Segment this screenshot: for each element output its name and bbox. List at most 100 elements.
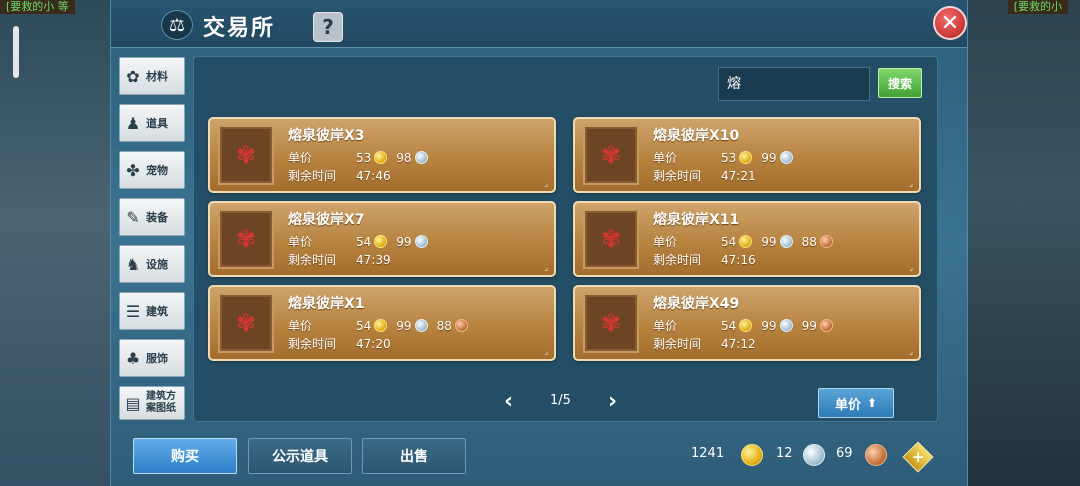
time-label: 剩余时间 [288,253,337,267]
time-row: 剩余时间 47:16 [653,251,759,268]
category-facility[interactable]: ♞ 设施 [119,245,185,283]
silver-value: 99 [761,234,777,249]
time-remaining: 47:20 [356,336,391,351]
silver-balance: 12 [776,446,793,461]
listing-card[interactable]: ✾ 熔泉彼岸X7 单价 54 99 剩余时间 47:39 ⌟ [208,201,556,277]
item-name: 熔泉彼岸X1 [288,296,365,312]
price-label: 单价 [288,151,313,165]
tab-buy[interactable]: 购买 [133,438,237,474]
equipment-icon: ✎ [126,207,140,227]
copper-coin-icon [865,444,887,466]
price-label: 单价 [653,319,678,333]
gold-coin-icon [739,319,753,332]
scale-icon: ⚖ [161,10,193,40]
search-input[interactable]: 熔 [718,67,870,101]
category-label: 服饰 [146,351,168,365]
flower-item-icon: ✾ [218,209,274,269]
time-remaining: 47:16 [721,252,756,267]
flower-item-icon: ✾ [218,125,274,185]
flower-item-icon: ✾ [218,293,274,353]
item-name: 熔泉彼岸X7 [288,212,365,228]
price-label: 单价 [653,235,678,249]
page-indicator: 1/5 [550,393,571,408]
time-row: 剩余时间 47:12 [653,335,759,352]
item-icon: ♟ [125,113,141,133]
price-row: 单价 54 99 88 [288,317,477,334]
time-remaining: 47:46 [356,168,391,183]
plus-icon: + [911,447,925,466]
time-label: 剩余时间 [653,169,702,183]
silver-coin-icon [803,444,825,466]
sort-label: 单价 [834,397,861,413]
category-label: 设施 [146,257,168,271]
listing-card[interactable]: ✾ 熔泉彼岸X3 单价 53 98 剩余时间 47:46 ⌟ [208,117,556,193]
listing-card[interactable]: ✾ 熔泉彼岸X11 单价 54 99 88 剩余时间 47:16 ⌟ [573,201,921,277]
tab-sell[interactable]: 出售 [362,438,466,474]
listing-card[interactable]: ✾ 熔泉彼岸X1 单价 54 99 88 剩余时间 47:20 ⌟ [208,285,556,361]
gold-coin-icon [374,319,388,332]
category-building[interactable]: ☰ 建筑 [119,292,185,330]
category-label: 道具 [146,116,168,130]
item-name: 熔泉彼岸X3 [288,128,365,144]
time-label: 剩余时间 [653,253,702,267]
silver-coin-icon [779,151,793,164]
category-pet[interactable]: ✤ 宠物 [119,151,185,189]
player-name-tag-left: [要救的小 等 [0,0,75,14]
listing-area: 熔 搜索 ✾ 熔泉彼岸X3 单价 53 98 剩余时间 47:46 ⌟ ✾ 熔泉彼岸X… [193,56,938,422]
gold-coin-icon [374,235,388,248]
copper-value: 88 [801,234,817,249]
category-label: 建筑 [146,304,168,318]
sort-by-price-button[interactable]: 单价 ⬆ [818,388,894,418]
time-row: 剩余时间 47:20 [288,335,394,352]
category-equipment[interactable]: ✎ 装备 [119,198,185,236]
search-button[interactable]: 搜索 [878,68,922,98]
gold-coin-icon [739,235,753,248]
corner-mark-icon: ⌟ [909,263,913,272]
time-remaining: 47:12 [721,336,756,351]
listing-card[interactable]: ✾ 熔泉彼岸X10 单价 53 99 剩余时间 47:21 ⌟ [573,117,921,193]
gold-coin-icon [374,151,388,164]
background-scene-right [968,0,1080,486]
copper-coin-icon [819,319,833,332]
corner-mark-icon: ⌟ [544,347,548,356]
copper-coin-icon [454,319,468,332]
category-material[interactable]: ✿ 材料 [119,57,185,95]
blueprint-icon: ▤ [125,393,141,413]
title-bar: ⚖ 交易所 ? ✕ [111,0,967,48]
clothing-icon: ♣ [125,348,141,368]
help-button[interactable]: ? [313,12,343,42]
exchange-panel: ⚖ 交易所 ? ✕ ✿ 材料 ♟ 道具 ✤ 宠物 ✎ 装备 ♞ 设施 ☰ 建筑 ♣ 服饰 ▤ 建… [110,0,968,486]
silver-coin-icon [414,151,428,164]
category-label: 材料 [146,69,168,83]
flower-item-icon: ✾ [583,209,639,269]
time-remaining: 47:21 [721,168,756,183]
time-label: 剩余时间 [288,337,337,351]
close-button[interactable]: ✕ [933,6,967,40]
gold-value: 54 [356,234,372,249]
tab-public-items[interactable]: 公示道具 [248,438,352,474]
listing-card[interactable]: ✾ 熔泉彼岸X49 单价 54 99 99 剩余时间 47:12 ⌟ [573,285,921,361]
time-row: 剩余时间 47:21 [653,167,759,184]
corner-mark-icon: ⌟ [909,179,913,188]
category-label: 宠物 [146,163,168,177]
category-blueprint[interactable]: ▤ 建筑方案图纸 [119,386,185,420]
scroll-handle[interactable] [13,26,19,78]
price-row: 单价 53 99 [653,149,802,166]
add-currency-button[interactable]: + [902,441,934,473]
next-page-button[interactable]: › [608,389,617,414]
category-label: 建筑方案图纸 [146,391,176,414]
category-item[interactable]: ♟ 道具 [119,104,185,142]
copper-value: 99 [801,318,817,333]
flower-item-icon: ✾ [583,293,639,353]
silver-value: 99 [761,318,777,333]
category-clothing[interactable]: ♣ 服饰 [119,339,185,377]
time-row: 剩余时间 47:46 [288,167,394,184]
copper-value: 88 [436,318,452,333]
prev-page-button[interactable]: ‹ [504,389,513,414]
price-label: 单价 [653,151,678,165]
page-title: 交易所 [203,16,276,41]
price-label: 单价 [288,235,313,249]
copper-balance: 69 [836,446,853,461]
item-name: 熔泉彼岸X49 [653,296,740,312]
price-row: 单价 54 99 88 [653,233,842,250]
